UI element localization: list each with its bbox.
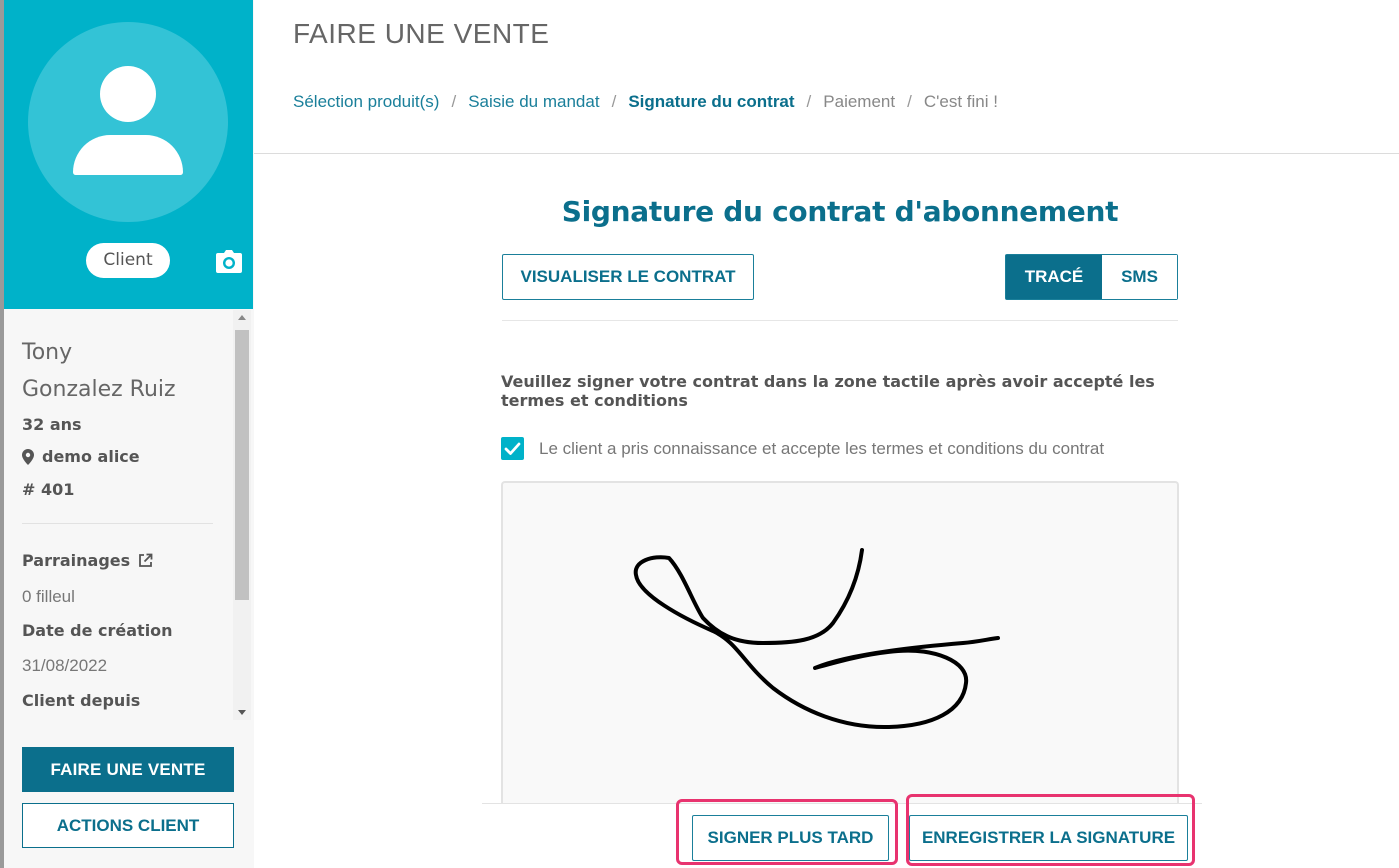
scrollbar-thumb[interactable] xyxy=(235,330,249,600)
breadcrumb-separator: / xyxy=(611,92,617,111)
scroll-down-arrow-icon[interactable] xyxy=(238,710,246,715)
tab-sms[interactable]: SMS xyxy=(1102,255,1177,299)
client-last-name: Gonzalez Ruiz xyxy=(22,377,176,402)
breadcrumb: Sélection produit(s) / Saisie du mandat … xyxy=(293,92,998,112)
sell-button[interactable]: FAIRE UNE VENTE xyxy=(22,747,234,792)
creation-date-label: Date de création xyxy=(22,621,173,640)
accept-terms-checkbox[interactable] xyxy=(501,437,524,460)
breadcrumb-contract-signature: Signature du contrat xyxy=(628,92,795,111)
section-title: Signature du contrat d'abonnement xyxy=(561,195,1119,228)
referrals-value: 0 filleul xyxy=(22,587,75,606)
view-contract-button[interactable]: VISUALISER LE CONTRAT xyxy=(502,254,754,300)
referrals-link[interactable]: Parrainages xyxy=(22,551,153,570)
tab-trace[interactable]: TRACÉ xyxy=(1006,255,1102,299)
signature-mode-toggle: TRACÉ SMS xyxy=(1005,254,1178,300)
client-location: demo alice xyxy=(22,447,140,466)
sign-later-button[interactable]: SIGNER PLUS TARD xyxy=(692,815,889,861)
camera-icon[interactable] xyxy=(215,250,243,279)
breadcrumb-payment: Paiement xyxy=(823,92,896,111)
client-first-name: Tony xyxy=(22,340,73,365)
breadcrumb-product-selection[interactable]: Sélection produit(s) xyxy=(293,92,439,112)
accept-terms-label: Le client a pris connaissance et accepte… xyxy=(539,439,1105,458)
sidebar-divider xyxy=(22,523,213,524)
profile-header: Client xyxy=(4,0,253,309)
client-sidebar: Client Tony Gonzalez Ruiz 32 ans demo al… xyxy=(0,0,254,868)
signature-stroke xyxy=(633,548,1000,730)
client-status-badge: Client xyxy=(86,243,170,278)
scroll-up-arrow-icon[interactable] xyxy=(238,315,246,320)
breadcrumb-separator: / xyxy=(451,92,457,111)
header-divider xyxy=(254,153,1399,154)
sidebar-scrollbar[interactable] xyxy=(233,310,251,720)
external-link-icon[interactable] xyxy=(138,553,153,568)
signature-instructions: Veuillez signer votre contrat dans la zo… xyxy=(501,372,1155,410)
breadcrumb-mandate-entry[interactable]: Saisie du mandat xyxy=(468,92,599,112)
user-avatar-body xyxy=(73,135,183,175)
client-since-label: Client depuis xyxy=(22,691,141,710)
breadcrumb-separator: / xyxy=(907,92,912,111)
user-avatar-icon xyxy=(100,66,156,122)
creation-date-value: 31/08/2022 xyxy=(22,656,108,675)
breadcrumb-done: C'est fini ! xyxy=(923,92,998,111)
breadcrumb-separator: / xyxy=(806,92,812,111)
signature-pad[interactable] xyxy=(501,481,1179,821)
section-divider xyxy=(502,320,1178,321)
location-pin-icon xyxy=(22,448,34,465)
avatar[interactable] xyxy=(28,22,228,222)
client-id: # 401 xyxy=(22,480,75,499)
checkmark-icon xyxy=(504,442,521,455)
page-title: FAIRE UNE VENTE xyxy=(293,18,550,49)
client-age: 32 ans xyxy=(22,415,82,434)
client-actions-button[interactable]: ACTIONS CLIENT xyxy=(22,803,234,848)
referrals-label: Parrainages xyxy=(22,551,131,570)
client-location-text: demo alice xyxy=(42,447,140,466)
save-signature-button[interactable]: ENREGISTRER LA SIGNATURE xyxy=(909,815,1188,861)
